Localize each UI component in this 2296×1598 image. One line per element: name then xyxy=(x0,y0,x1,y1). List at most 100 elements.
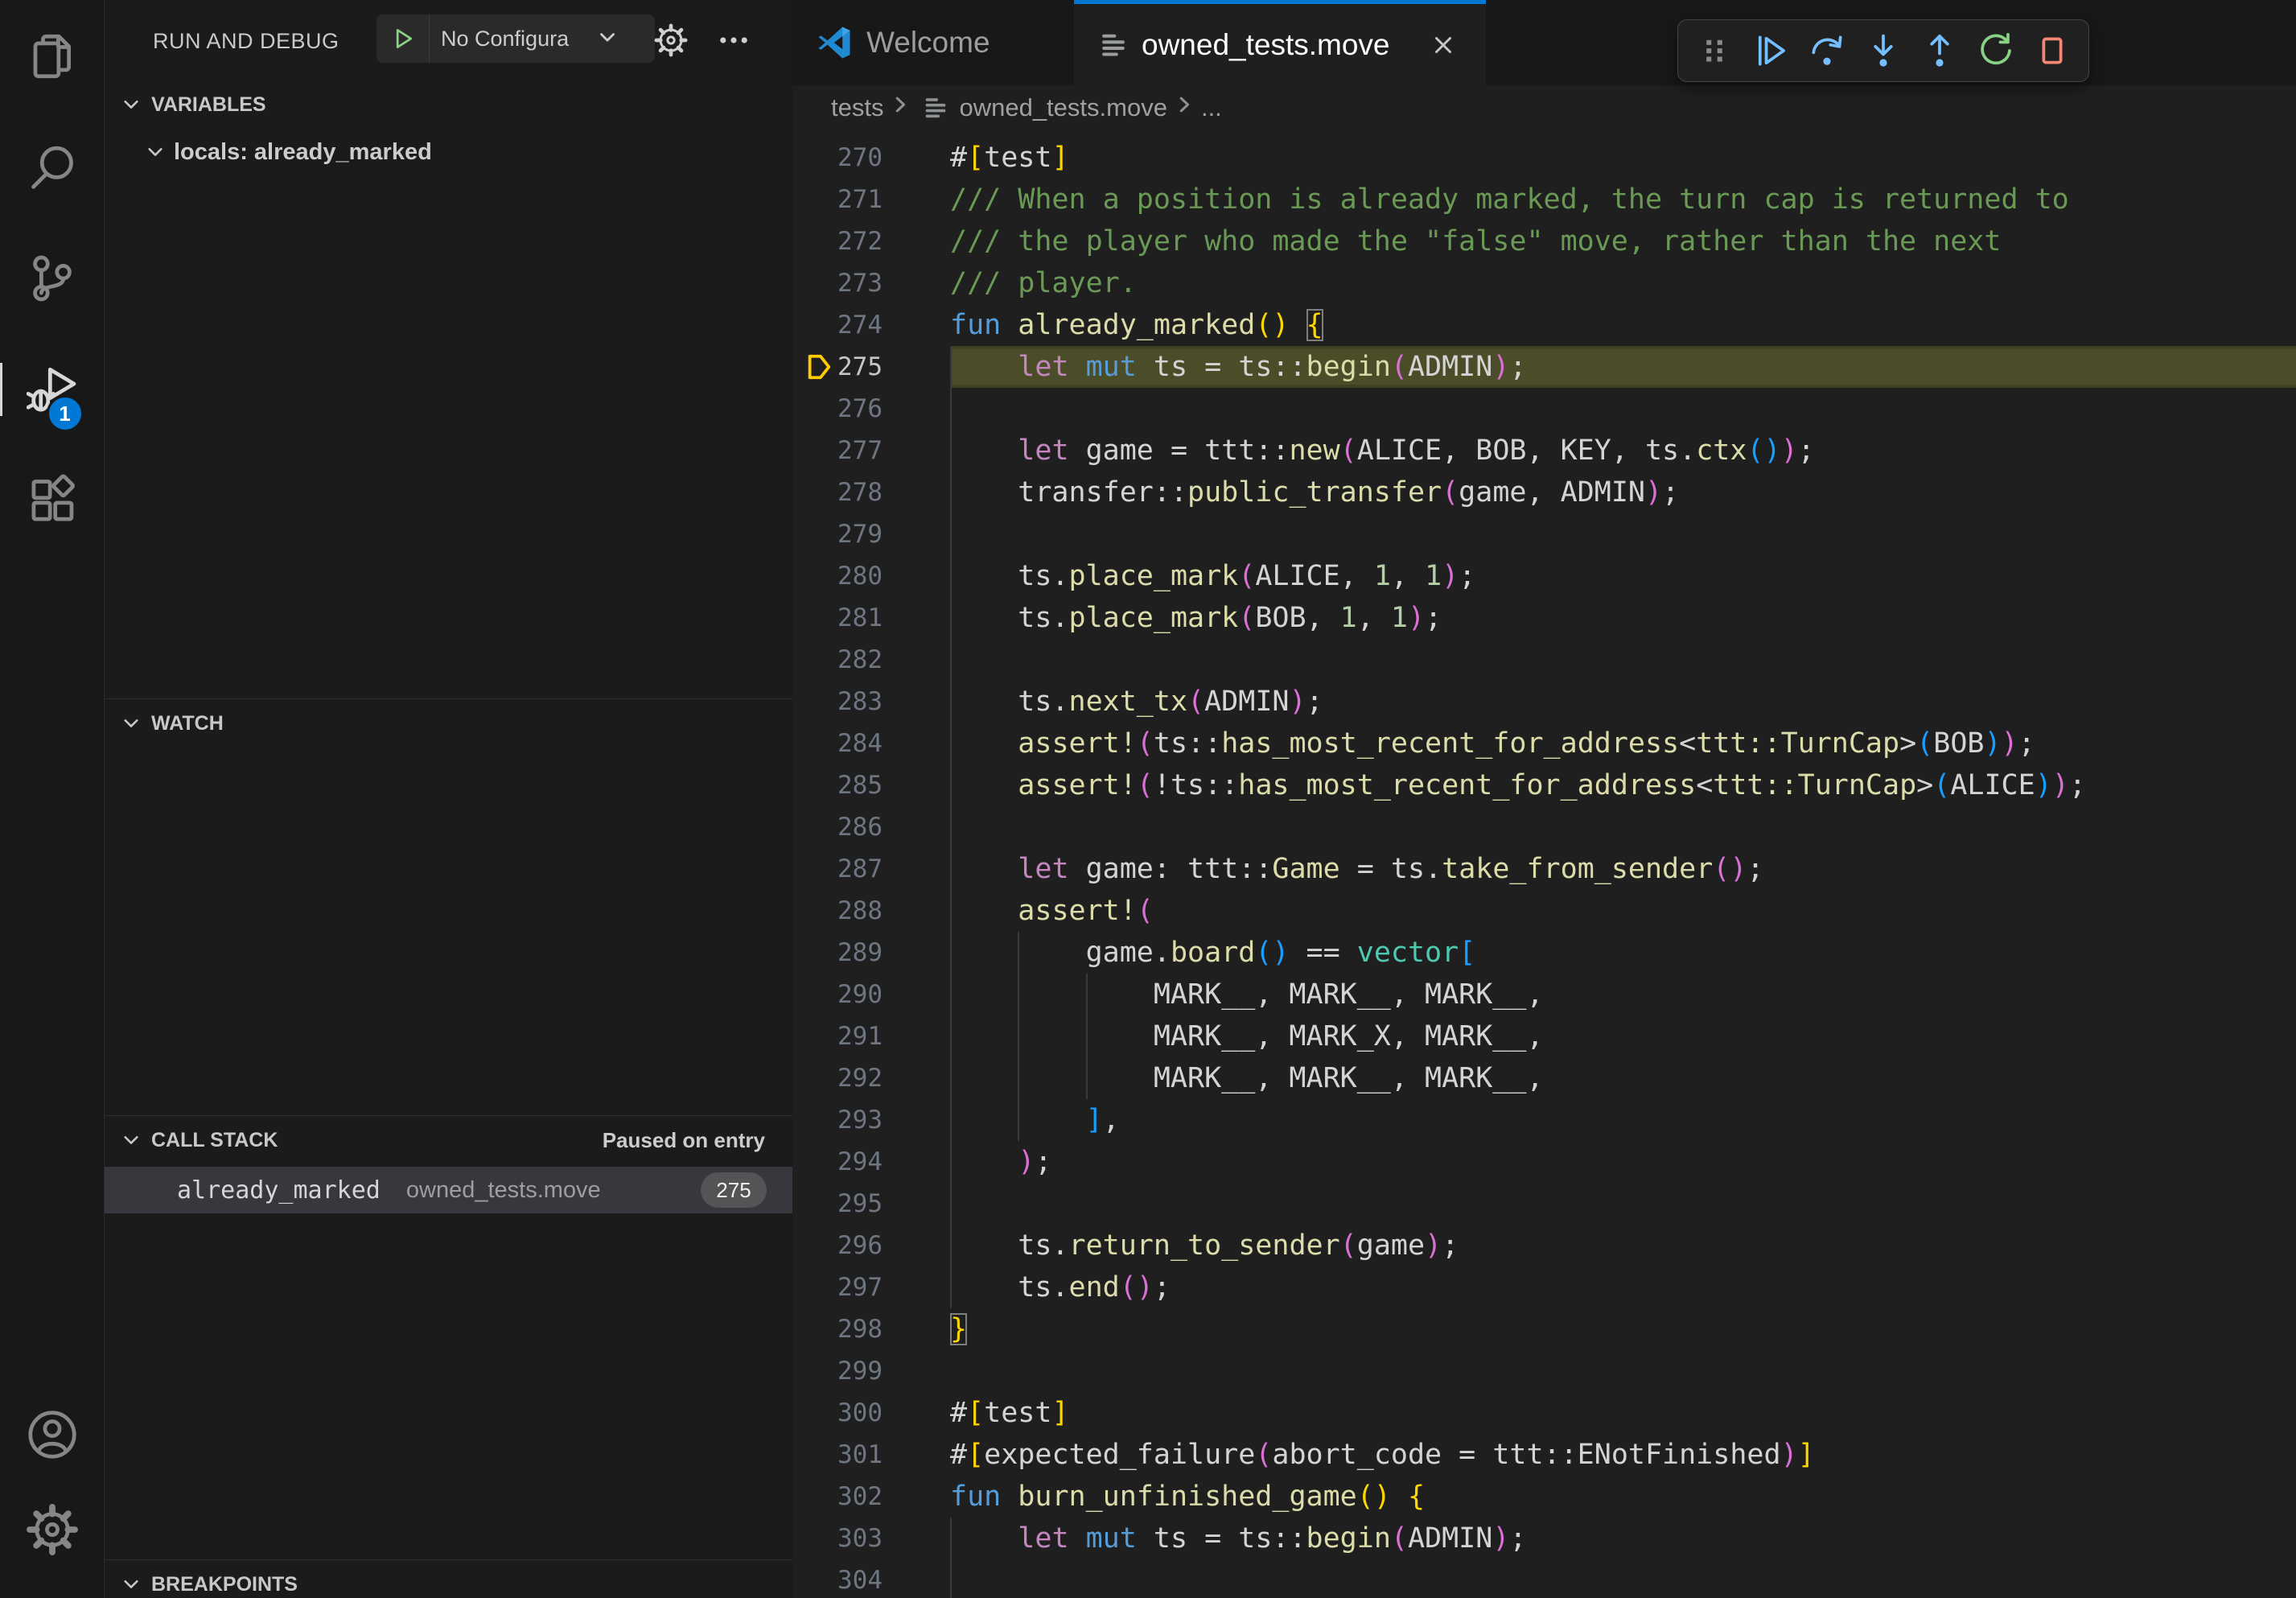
line-number[interactable]: 288 xyxy=(792,890,950,932)
code-line-text[interactable]: fun burn_unfinished_game() { xyxy=(950,1476,2296,1518)
breadcrumb-folder[interactable]: tests xyxy=(831,93,883,122)
code-line-text[interactable] xyxy=(950,806,2296,848)
line-number[interactable]: 295 xyxy=(792,1183,950,1225)
code-line-text[interactable]: let game = ttt::new(ALICE, BOB, KEY, ts.… xyxy=(950,430,2296,472)
code-line-text[interactable]: #[test] xyxy=(950,137,2296,179)
drag-handle-icon[interactable] xyxy=(1686,26,1743,76)
debug-settings-gear-icon[interactable] xyxy=(652,21,690,60)
line-number[interactable]: 272 xyxy=(792,220,950,262)
step-into-button[interactable] xyxy=(1855,26,1911,76)
line-number[interactable]: 270 xyxy=(792,137,950,179)
code-line-text[interactable] xyxy=(950,1350,2296,1392)
code-line-text[interactable]: transfer::public_transfer(game, ADMIN); xyxy=(950,472,2296,513)
code-line-text[interactable]: ], xyxy=(950,1099,2296,1141)
line-number[interactable]: 284 xyxy=(792,723,950,764)
line-number[interactable]: 277 xyxy=(792,430,950,472)
code-line-text[interactable] xyxy=(950,1183,2296,1225)
settings-icon[interactable] xyxy=(0,1503,105,1556)
code-line-text[interactable]: /// When a position is already marked, t… xyxy=(950,179,2296,220)
code-line-text[interactable]: MARK__, MARK__, MARK__, xyxy=(950,1057,2296,1099)
code-line-text[interactable]: /// the player who made the "false" move… xyxy=(950,220,2296,262)
code-line-text[interactable]: ts.end(); xyxy=(950,1266,2296,1308)
stop-button[interactable] xyxy=(2024,26,2080,76)
code-line-text[interactable] xyxy=(950,513,2296,555)
accounts-icon[interactable] xyxy=(0,1408,105,1461)
variables-scope-locals[interactable]: locals: already_marked xyxy=(105,129,792,175)
line-number[interactable]: 275 xyxy=(792,346,950,388)
stack-frame-row[interactable]: already_marked owned_tests.move 275 xyxy=(105,1167,792,1213)
code-line-text[interactable]: } xyxy=(950,1308,2296,1350)
line-number[interactable]: 280 xyxy=(792,555,950,597)
code-line-text[interactable]: assert!( xyxy=(950,890,2296,932)
code-line-text[interactable] xyxy=(950,388,2296,430)
code-line-text[interactable]: let mut ts = ts::begin(ADMIN); xyxy=(950,1518,2296,1559)
line-number[interactable]: 301 xyxy=(792,1434,950,1476)
source-control-icon[interactable] xyxy=(0,252,105,305)
line-number[interactable]: 271 xyxy=(792,179,950,220)
line-number[interactable]: 303 xyxy=(792,1518,950,1559)
line-number[interactable]: 273 xyxy=(792,262,950,304)
watch-section-header[interactable]: WATCH xyxy=(105,699,792,748)
line-number[interactable]: 293 xyxy=(792,1099,950,1141)
line-number[interactable]: 289 xyxy=(792,932,950,974)
restart-button[interactable] xyxy=(1968,26,2024,76)
line-number[interactable]: 290 xyxy=(792,974,950,1015)
code-line-text[interactable]: ); xyxy=(950,1141,2296,1183)
step-over-button[interactable] xyxy=(1799,26,1855,76)
line-number[interactable]: 298 xyxy=(792,1308,950,1350)
line-number[interactable]: 304 xyxy=(792,1559,950,1598)
breadcrumb-file[interactable]: owned_tests.move xyxy=(959,93,1167,122)
breadcrumb-symbol[interactable]: ... xyxy=(1201,93,1222,122)
code-line-text[interactable]: /// player. xyxy=(950,262,2296,304)
line-number[interactable]: 302 xyxy=(792,1476,950,1518)
line-number[interactable]: 285 xyxy=(792,764,950,806)
line-number[interactable]: 296 xyxy=(792,1225,950,1266)
code-line-text[interactable] xyxy=(950,1559,2296,1598)
line-number[interactable]: 278 xyxy=(792,472,950,513)
code-line-text[interactable]: MARK__, MARK__, MARK__, xyxy=(950,974,2296,1015)
code-line-text[interactable]: ts.next_tx(ADMIN); xyxy=(950,681,2296,723)
close-icon[interactable] xyxy=(1425,27,1462,64)
line-number[interactable]: 292 xyxy=(792,1057,950,1099)
line-number[interactable]: 299 xyxy=(792,1350,950,1392)
code-line-text[interactable]: let game: ttt::Game = ts.take_from_sende… xyxy=(950,848,2296,890)
continue-button[interactable] xyxy=(1743,26,1799,76)
line-number[interactable]: 276 xyxy=(792,388,950,430)
search-icon[interactable] xyxy=(0,141,105,194)
run-and-debug-icon[interactable]: 1 xyxy=(0,363,105,416)
launch-config-dropdown[interactable]: No Configura xyxy=(376,14,655,63)
line-number[interactable]: 294 xyxy=(792,1141,950,1183)
code-line-text[interactable]: ts.place_mark(ALICE, 1, 1); xyxy=(950,555,2296,597)
line-number[interactable]: 300 xyxy=(792,1392,950,1434)
code-line-text[interactable]: assert!(!ts::has_most_recent_for_address… xyxy=(950,764,2296,806)
code-line-text[interactable]: let mut ts = ts::begin(ADMIN); xyxy=(950,346,2296,388)
explorer-icon[interactable] xyxy=(0,30,105,83)
code-editor[interactable]: 270#[test]271/// When a position is alre… xyxy=(792,130,2296,1598)
extensions-icon[interactable] xyxy=(0,474,105,527)
line-number[interactable]: 283 xyxy=(792,681,950,723)
breakpoints-section-header[interactable]: BREAKPOINTS xyxy=(105,1560,792,1598)
code-line-text[interactable]: assert!(ts::has_most_recent_for_address<… xyxy=(950,723,2296,764)
variables-section-header[interactable]: VARIABLES xyxy=(105,80,792,129)
call-stack-section-header[interactable]: CALL STACK Paused on entry xyxy=(105,1116,792,1164)
code-line-text[interactable] xyxy=(950,639,2296,681)
line-number[interactable]: 279 xyxy=(792,513,950,555)
code-line-text[interactable]: #[test] xyxy=(950,1392,2296,1434)
line-number[interactable]: 281 xyxy=(792,597,950,639)
line-number[interactable]: 286 xyxy=(792,806,950,848)
tab-owned-tests-move[interactable]: owned_tests.move xyxy=(1074,0,1486,85)
code-line-text[interactable]: ts.return_to_sender(game); xyxy=(950,1225,2296,1266)
step-out-button[interactable] xyxy=(1911,26,1968,76)
line-number[interactable]: 282 xyxy=(792,639,950,681)
more-actions-icon[interactable] xyxy=(714,21,753,60)
code-line-text[interactable]: fun already_marked() { xyxy=(950,304,2296,346)
line-number[interactable]: 297 xyxy=(792,1266,950,1308)
line-number[interactable]: 287 xyxy=(792,848,950,890)
code-line-text[interactable]: #[expected_failure(abort_code = ttt::ENo… xyxy=(950,1434,2296,1476)
code-line-text[interactable]: MARK__, MARK_X, MARK__, xyxy=(950,1015,2296,1057)
line-number[interactable]: 274 xyxy=(792,304,950,346)
code-line-text[interactable]: game.board() == vector[ xyxy=(950,932,2296,974)
line-number[interactable]: 291 xyxy=(792,1015,950,1057)
code-line-text[interactable]: ts.place_mark(BOB, 1, 1); xyxy=(950,597,2296,639)
tab-welcome[interactable]: Welcome xyxy=(792,0,1074,85)
